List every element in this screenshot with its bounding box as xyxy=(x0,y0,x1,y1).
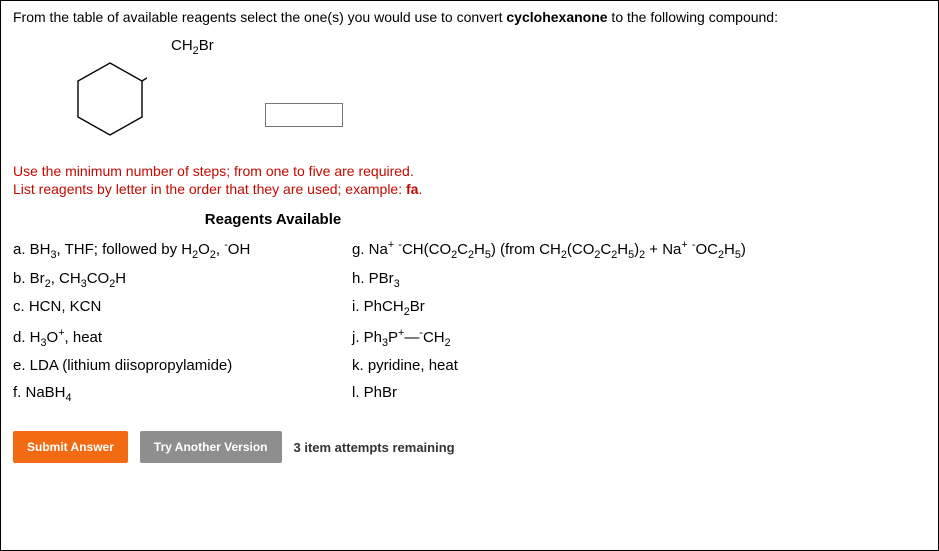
question-suffix: to the following compound: xyxy=(608,9,778,25)
instruction-line-2-suffix: . xyxy=(418,181,422,197)
instruction-line-1: Use the minimum number of steps; from on… xyxy=(13,163,926,179)
question-frame: From the table of available reagents sel… xyxy=(0,0,939,551)
reagent-d: d. H3O+, heat xyxy=(13,326,348,351)
reagent-a: a. BH3, THF; followed by H2O2, -OH xyxy=(13,238,348,263)
reagent-g: g. Na+ -CH(CO2C2H5) (from CH2(CO2C2H5)2 … xyxy=(352,238,926,263)
answer-input[interactable] xyxy=(265,103,343,127)
reagents-header: Reagents Available xyxy=(13,211,533,228)
reagent-b: b. Br2, CH3CO2H xyxy=(13,269,348,292)
question-compound: cyclohexanone xyxy=(506,9,607,25)
instruction-line-2-prefix: List reagents by letter in the order tha… xyxy=(13,181,406,197)
reagent-j: j. Ph3P+—-CH2 xyxy=(352,326,926,351)
reagent-table: a. BH3, THF; followed by H2O2, -OH g. Na… xyxy=(13,238,926,405)
reagent-l: l. PhBr xyxy=(352,383,926,406)
submit-answer-button[interactable]: Submit Answer xyxy=(13,431,128,463)
reagent-c: c. HCN, KCN xyxy=(13,297,348,320)
cyclohexane-hexagon-icon xyxy=(73,59,147,139)
substituent-label: CH2Br xyxy=(171,37,214,57)
attempts-remaining: 3 item attempts remaining xyxy=(294,440,455,455)
instruction-line-2: List reagents by letter in the order tha… xyxy=(13,181,926,197)
reagent-h: h. PBr3 xyxy=(352,269,926,292)
reagent-i: i. PhCH2Br xyxy=(352,297,926,320)
try-another-version-button[interactable]: Try Another Version xyxy=(140,431,282,463)
reagent-e: e. LDA (lithium diisopropylamide) xyxy=(13,356,348,376)
question-prefix: From the table of available reagents sel… xyxy=(13,9,506,25)
instruction-example: fa xyxy=(406,181,418,197)
button-row: Submit Answer Try Another Version 3 item… xyxy=(13,431,926,463)
reagent-k: k. pyridine, heat xyxy=(352,356,926,376)
question-text: From the table of available reagents sel… xyxy=(13,9,926,25)
structure-area: CH2Br xyxy=(13,31,926,151)
reagent-f: f. NaBH4 xyxy=(13,383,348,406)
